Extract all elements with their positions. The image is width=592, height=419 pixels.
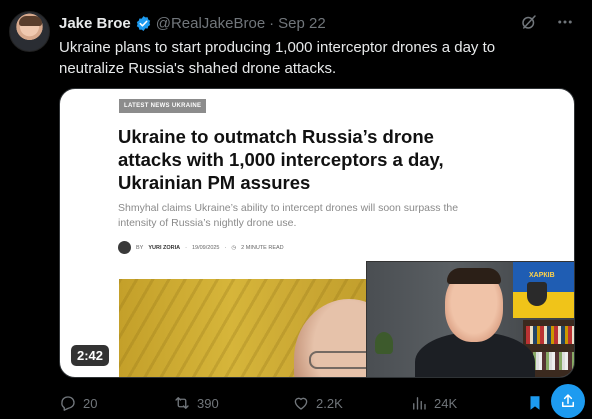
action-bar: 20 390 2.2K 24K — [59, 384, 585, 418]
byline-separator: · — [224, 244, 227, 251]
byline-avatar — [118, 241, 131, 254]
author-name[interactable]: Jake Broe — [59, 15, 131, 32]
separator: · — [269, 14, 275, 32]
byline-read-time: 2 MINUTE READ — [241, 244, 284, 251]
bookmark-button[interactable] — [526, 394, 544, 412]
post-date[interactable]: Sep 22 — [278, 15, 326, 32]
reply-icon — [61, 396, 75, 411]
clock-icon: ◷ — [231, 244, 237, 251]
presenter-video: ХАРКІВ — [366, 261, 574, 377]
reply-count: 20 — [83, 395, 98, 411]
top-actions — [520, 13, 574, 31]
tweet-text: Ukraine plans to start producing 1,000 i… — [59, 39, 496, 77]
more-icon[interactable] — [556, 13, 574, 31]
views-icon — [413, 397, 426, 410]
video-duration: 2:42 — [71, 345, 110, 366]
byline-separator: · — [185, 244, 187, 251]
presenter-hair — [447, 268, 501, 284]
share-icon — [562, 394, 574, 407]
tweet-header: Jake Broe @RealJakeBroe · Sep 22 — [59, 13, 326, 33]
reply-button[interactable]: 20 — [59, 394, 97, 412]
views-button[interactable]: 24K — [410, 394, 457, 412]
flag-emblem — [527, 282, 547, 306]
repost-count: 390 — [197, 395, 219, 411]
verified-badge-icon — [136, 15, 150, 31]
like-count: 2.2K — [316, 395, 343, 411]
share-button[interactable] — [551, 384, 585, 418]
bookmark-icon — [530, 396, 540, 410]
author-handle[interactable]: @RealJakeBroe — [156, 15, 265, 32]
grok-icon[interactable] — [520, 13, 538, 31]
flag-text: ХАРКІВ — [529, 272, 555, 279]
byline-prefix: BY — [136, 244, 144, 251]
article-subhead: Shmyhal claims Ukraine’s ability to inte… — [118, 202, 459, 229]
plant — [375, 332, 393, 354]
like-button[interactable]: 2.2K — [292, 394, 343, 412]
views-count: 24K — [434, 395, 458, 411]
like-icon — [294, 397, 308, 410]
article-headline: Ukraine to outmatch Russia’s drone attac… — [118, 126, 444, 193]
article-byline: BY YURI ZORIA · 19/09/2025 · ◷ 2 MINUTE … — [118, 241, 284, 254]
article-tag: LATEST NEWS UKRAINE — [119, 99, 207, 113]
byline-date: 19/09/2025 — [191, 244, 220, 251]
repost-icon — [175, 397, 189, 409]
byline-author: YURI ZORIA — [148, 244, 181, 251]
video-player[interactable]: LATEST NEWS UKRAINE Ukraine to outmatch … — [59, 88, 575, 378]
avatar[interactable] — [9, 11, 50, 52]
repost-button[interactable]: 390 — [173, 394, 219, 412]
